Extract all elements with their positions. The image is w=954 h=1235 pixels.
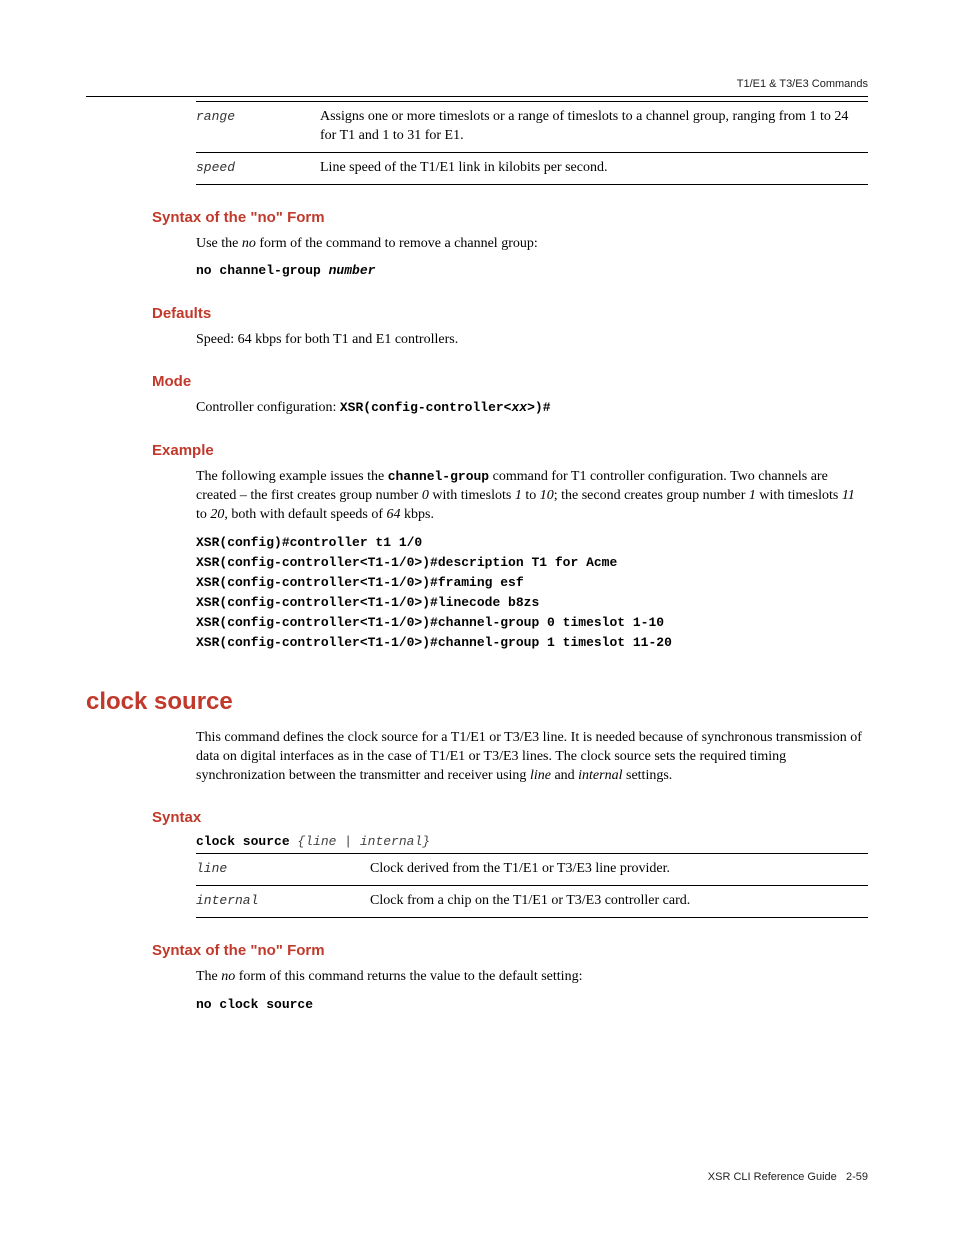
param-desc: Clock from a chip on the T1/E1 or T3/E3 … [370,886,868,918]
code-keyword: clock source [196,834,290,849]
emphasis: 11 [842,488,855,503]
text: The [196,969,221,984]
param-name: speed [196,152,320,184]
heading-example: Example [152,442,868,459]
command-title-clock-source: clock source [86,688,868,716]
code-arg: xx [512,400,528,415]
text: The following example issues the [196,469,388,484]
heading-syntax: Syntax [152,809,868,826]
header-rule [86,96,868,97]
syntax-line: clock source {line | internal} [196,834,868,849]
text: Use the [196,236,242,251]
code-arg: number [329,263,376,278]
emphasis: 1 [515,488,522,503]
text: Controller configuration: [196,400,340,415]
running-head: T1/E1 & T3/E3 Commands [86,78,868,90]
code-arg: {line | internal} [290,834,430,849]
example-para: The following example issues the channel… [196,467,868,525]
heading-syntax-no-form: Syntax of the "no" Form [152,209,868,226]
inline-code: channel-group [388,469,489,484]
heading-mode: Mode [152,373,868,390]
no-form-code: no channel-group number [196,261,868,281]
text: form of this command returns the value t… [235,969,582,984]
text: with timeslots [756,488,842,503]
emphasis: line [530,768,551,783]
page: T1/E1 & T3/E3 Commands range Assigns one… [0,0,954,1235]
footer-book: XSR CLI Reference Guide [708,1171,837,1183]
emphasis: no [221,969,235,984]
emphasis: 10 [540,488,554,503]
mode-text: Controller configuration: XSR(config-con… [196,398,868,417]
text: to [522,488,540,503]
text: to [196,507,210,522]
table-row: range Assigns one or more timeslots or a… [196,102,868,153]
param-desc: Clock derived from the T1/E1 or T3/E3 li… [370,854,868,886]
syntax-table: line Clock derived from the T1/E1 or T3/… [196,853,868,918]
syntax-no-text-2: The no form of this command returns the … [196,967,868,986]
param-name: range [196,102,320,153]
emphasis: 20 [210,507,224,522]
text: ; the second creates group number [554,488,749,503]
parameter-table: range Assigns one or more timeslots or a… [196,101,868,185]
emphasis: 64 [387,507,401,522]
code: XSR(config-controller< [340,400,512,415]
param-name: line [196,854,370,886]
clock-source-intro: This command defines the clock source fo… [196,728,868,786]
text: settings. [623,768,673,783]
syntax-no-form-text: Use the no form of the command to remove… [196,234,868,253]
code: >)# [527,400,550,415]
param-desc: Line speed of the T1/E1 link in kilobits… [320,152,868,184]
text: form of the command to remove a channel … [256,236,538,251]
heading-defaults: Defaults [152,305,868,322]
defaults-text: Speed: 64 kbps for both T1 and E1 contro… [196,330,868,349]
heading-syntax-no-form-2: Syntax of the "no" Form [152,942,868,959]
param-name: internal [196,886,370,918]
emphasis: internal [578,768,622,783]
text: with timeslots [429,488,515,503]
table-row: internal Clock from a chip on the T1/E1 … [196,886,868,918]
emphasis: no [242,236,256,251]
emphasis: 1 [749,488,756,503]
page-footer: XSR CLI Reference Guide 2-59 [708,1171,868,1183]
text: kbps. [401,507,434,522]
footer-page: 2-59 [846,1171,868,1183]
text: and [551,768,578,783]
text: This command defines the clock source fo… [196,730,862,784]
param-desc: Assigns one or more timeslots or a range… [320,102,868,153]
content-body: range Assigns one or more timeslots or a… [196,101,868,1015]
table-row: speed Line speed of the T1/E1 link in ki… [196,152,868,184]
no-form-code-2: no clock source [196,995,868,1015]
table-row: line Clock derived from the T1/E1 or T3/… [196,854,868,886]
emphasis: 0 [422,488,429,503]
text: , both with default speeds of [224,507,386,522]
example-code: XSR(config)#controller t1 1/0 XSR(config… [196,533,868,654]
code-keyword: no channel-group [196,263,329,278]
